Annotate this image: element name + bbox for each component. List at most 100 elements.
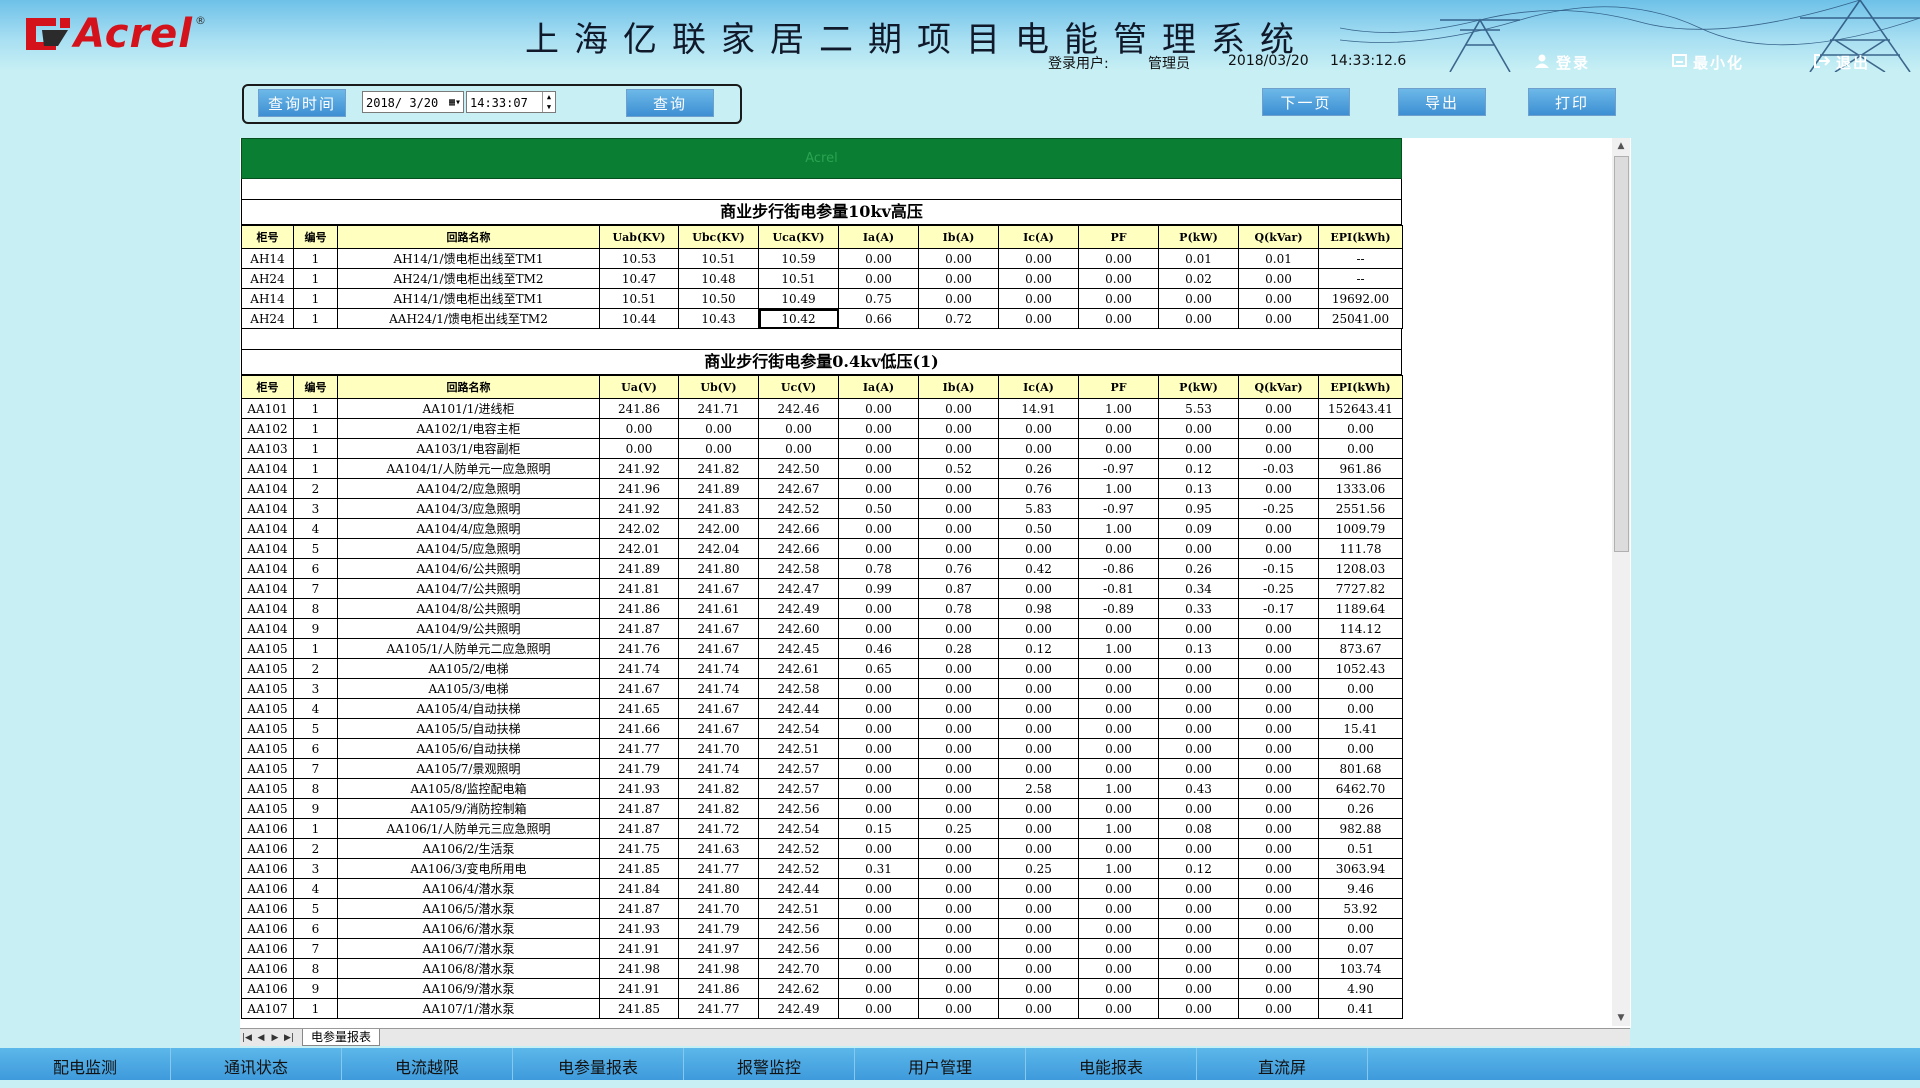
- hv-table-cell[interactable]: 0.00: [998, 268, 1079, 289]
- lv-table-cell[interactable]: 0.00: [998, 838, 1079, 859]
- lv-table-cell[interactable]: 0.00: [1238, 758, 1319, 779]
- lv-table-cell[interactable]: AA106/5/潜水泵: [337, 898, 600, 919]
- lv-table-cell[interactable]: 0.00: [998, 678, 1079, 699]
- lv-table-cell[interactable]: 0.00: [1158, 978, 1239, 999]
- nav-item-1[interactable]: 通讯状态: [171, 1048, 342, 1080]
- lv-table-cell[interactable]: 0.00: [1158, 418, 1239, 439]
- lv-table-cell[interactable]: 0.00: [838, 598, 919, 619]
- lv-table-cell[interactable]: 242.60: [758, 618, 839, 639]
- lv-table-cell[interactable]: 2: [293, 838, 338, 859]
- lv-table-cell[interactable]: 241.96: [599, 478, 679, 499]
- lv-table-row[interactable]: AA105 5 AA105/5/自动扶梯 241.66 241.67 242.54 0.00…: [241, 718, 1403, 739]
- lv-table-cell[interactable]: 961.86: [1318, 458, 1403, 479]
- lv-table-cell[interactable]: 5.53: [1158, 398, 1239, 419]
- lv-table-cell[interactable]: 0.00: [918, 658, 999, 679]
- lv-table-cell[interactable]: 241.97: [678, 938, 759, 959]
- next-sheet-icon[interactable]: ▶: [268, 1033, 282, 1043]
- next-page-button[interactable]: 下一页: [1262, 88, 1350, 116]
- lv-table-cell[interactable]: 242.44: [758, 878, 839, 899]
- hv-table-cell[interactable]: 0.01: [1238, 248, 1319, 269]
- lv-table-cell[interactable]: 0.00: [838, 778, 919, 799]
- lv-table-cell[interactable]: 241.77: [599, 738, 679, 759]
- lv-table-cell[interactable]: 0.00: [1158, 898, 1239, 919]
- lv-table-cell[interactable]: 241.71: [678, 398, 759, 419]
- lv-table-cell[interactable]: 242.67: [758, 478, 839, 499]
- prev-sheet-icon[interactable]: ◀: [254, 1033, 268, 1043]
- lv-table-cell[interactable]: 241.85: [599, 858, 679, 879]
- hv-table-cell[interactable]: 19692.00: [1318, 288, 1403, 309]
- lv-table-row[interactable]: AA106 5 AA106/5/潜水泵 241.87 241.70 242.51 0.00 0…: [241, 898, 1403, 919]
- lv-table-cell[interactable]: 0.25: [998, 858, 1079, 879]
- lv-table-cell[interactable]: 0.76: [918, 558, 999, 579]
- lv-table-cell[interactable]: 241.93: [599, 918, 679, 939]
- lv-table-cell[interactable]: 241.85: [599, 998, 679, 1019]
- lv-table-cell[interactable]: AA105: [241, 798, 294, 819]
- lv-table-row[interactable]: AA106 6 AA106/6/潜水泵 241.93 241.79 242.56 0.00 0…: [241, 918, 1403, 939]
- lv-table-row[interactable]: AA106 1 AA106/1/人防单元三应急照明 241.87 241.72 242.5…: [241, 818, 1403, 839]
- lv-table-cell[interactable]: 0.00: [1078, 538, 1159, 559]
- lv-table-cell[interactable]: 0.00: [1238, 998, 1319, 1019]
- lv-table-cell[interactable]: AA106/3/变电所用电: [337, 858, 600, 879]
- lv-table-cell[interactable]: 241.86: [599, 398, 679, 419]
- scroll-up-icon[interactable]: ▲: [1612, 138, 1630, 154]
- lv-table-cell[interactable]: 8: [293, 598, 338, 619]
- lv-table-cell[interactable]: 0.00: [1158, 698, 1239, 719]
- lv-table-cell[interactable]: 242.04: [678, 538, 759, 559]
- lv-table-cell[interactable]: 0.00: [1238, 438, 1319, 459]
- lv-table-cell[interactable]: 0.00: [1158, 758, 1239, 779]
- lv-table-cell[interactable]: 0.00: [918, 518, 999, 539]
- lv-table-cell[interactable]: 0.00: [918, 958, 999, 979]
- lv-table-cell[interactable]: 0.00: [1238, 798, 1319, 819]
- lv-table-cell[interactable]: 1.00: [1078, 818, 1159, 839]
- lv-table-cell[interactable]: -0.03: [1238, 458, 1319, 479]
- lv-table-cell[interactable]: AA105: [241, 758, 294, 779]
- lv-table-cell[interactable]: 9.46: [1318, 878, 1403, 899]
- lv-table-cell[interactable]: 0.00: [1318, 678, 1403, 699]
- lv-table-cell[interactable]: 0.00: [758, 438, 839, 459]
- lv-table-row[interactable]: AA104 1 AA104/1/人防单元一应急照明 241.92 241.82 242.5…: [241, 458, 1403, 479]
- lv-table-cell[interactable]: 0.41: [1318, 998, 1403, 1019]
- lv-table-cell[interactable]: 0.00: [1318, 738, 1403, 759]
- lv-table-cell[interactable]: 0.00: [998, 878, 1079, 899]
- lv-table-cell[interactable]: AA105: [241, 678, 294, 699]
- hv-table-cell[interactable]: 10.43: [678, 308, 759, 329]
- lv-table-cell[interactable]: 0.00: [1238, 938, 1319, 959]
- hv-table-cell[interactable]: 10.50: [678, 288, 759, 309]
- lv-table-cell[interactable]: 241.61: [678, 598, 759, 619]
- lv-table-cell[interactable]: 7727.82: [1318, 578, 1403, 599]
- lv-table-cell[interactable]: 0.00: [1158, 798, 1239, 819]
- sheet-tab-electric-params[interactable]: 电参量报表: [302, 1029, 381, 1046]
- lv-table-cell[interactable]: 0.65: [838, 658, 919, 679]
- lv-table-cell[interactable]: 0.00: [998, 938, 1079, 959]
- lv-table-cell[interactable]: 241.86: [678, 978, 759, 999]
- lv-table-cell[interactable]: 241.92: [599, 458, 679, 479]
- lv-table-cell[interactable]: AA105: [241, 638, 294, 659]
- lv-table-cell[interactable]: 53.92: [1318, 898, 1403, 919]
- lv-table-cell[interactable]: AA105: [241, 738, 294, 759]
- lv-table-cell[interactable]: 0.00: [838, 618, 919, 639]
- hv-table-cell[interactable]: 10.51: [678, 248, 759, 269]
- lv-table-cell[interactable]: 0.98: [998, 598, 1079, 619]
- lv-table-row[interactable]: AA105 1 AA105/1/人防单元二应急照明 241.76 241.67 242.4…: [241, 638, 1403, 659]
- lv-table-cell[interactable]: 242.56: [758, 918, 839, 939]
- lv-table-cell[interactable]: 2: [293, 658, 338, 679]
- hv-table-cell[interactable]: 10.48: [678, 268, 759, 289]
- lv-table-cell[interactable]: 0.00: [1238, 678, 1319, 699]
- lv-table-cell[interactable]: 0.00: [998, 618, 1079, 639]
- lv-table-cell[interactable]: AA102/1/电容主柜: [337, 418, 600, 439]
- hv-table-cell[interactable]: 0.00: [838, 248, 919, 269]
- login-button[interactable]: 登录: [1534, 52, 1590, 72]
- lv-table-row[interactable]: AA106 2 AA106/2/生活泵 241.75 241.63 242.52 0.00 0…: [241, 838, 1403, 859]
- lv-table-cell[interactable]: 4: [293, 518, 338, 539]
- lv-table-cell[interactable]: 0.00: [918, 618, 999, 639]
- lv-table-cell[interactable]: -0.97: [1078, 498, 1159, 519]
- lv-table-cell[interactable]: 0.00: [1238, 698, 1319, 719]
- lv-table-cell[interactable]: 241.84: [599, 878, 679, 899]
- lv-table-cell[interactable]: 242.46: [758, 398, 839, 419]
- calendar-icon[interactable]: ▦▾: [449, 92, 461, 114]
- lv-table-cell[interactable]: AA105: [241, 658, 294, 679]
- lv-table-cell[interactable]: 0.09: [1158, 518, 1239, 539]
- lv-table-cell[interactable]: 241.98: [678, 958, 759, 979]
- lv-table-cell[interactable]: 241.89: [678, 478, 759, 499]
- lv-table-cell[interactable]: 0.00: [599, 418, 679, 439]
